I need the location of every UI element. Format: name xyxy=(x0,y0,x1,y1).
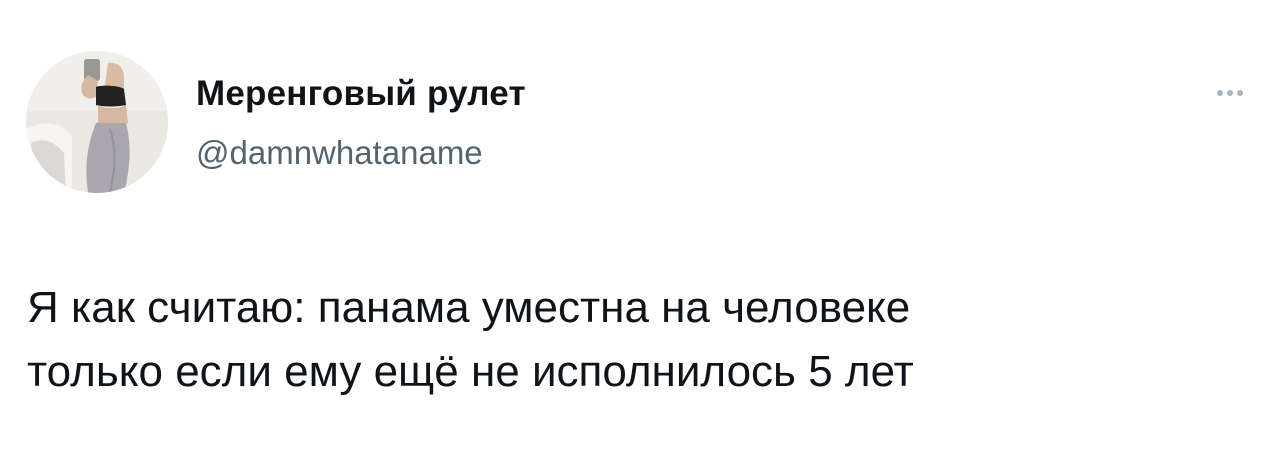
tweet-text: Я как считаю: панама уместна на человеке… xyxy=(27,276,1247,404)
author-display-name[interactable]: Меренговый рулет xyxy=(196,72,526,116)
tweet-text-line: только если ему ещё не исполнилось 5 лет xyxy=(27,347,914,396)
dot-icon xyxy=(1217,90,1223,96)
more-horizontal-icon[interactable] xyxy=(1200,78,1260,108)
author-handle[interactable]: @damnwhataname xyxy=(196,131,483,175)
tweet-text-line: Я как считаю: панама уместна на человеке xyxy=(27,283,911,332)
author-avatar[interactable] xyxy=(26,51,168,193)
dot-icon xyxy=(1227,90,1233,96)
tweet-card: Меренговый рулет @damnwhataname Я как сч… xyxy=(0,0,1284,465)
dot-icon xyxy=(1237,90,1243,96)
avatar-photo xyxy=(26,51,168,193)
